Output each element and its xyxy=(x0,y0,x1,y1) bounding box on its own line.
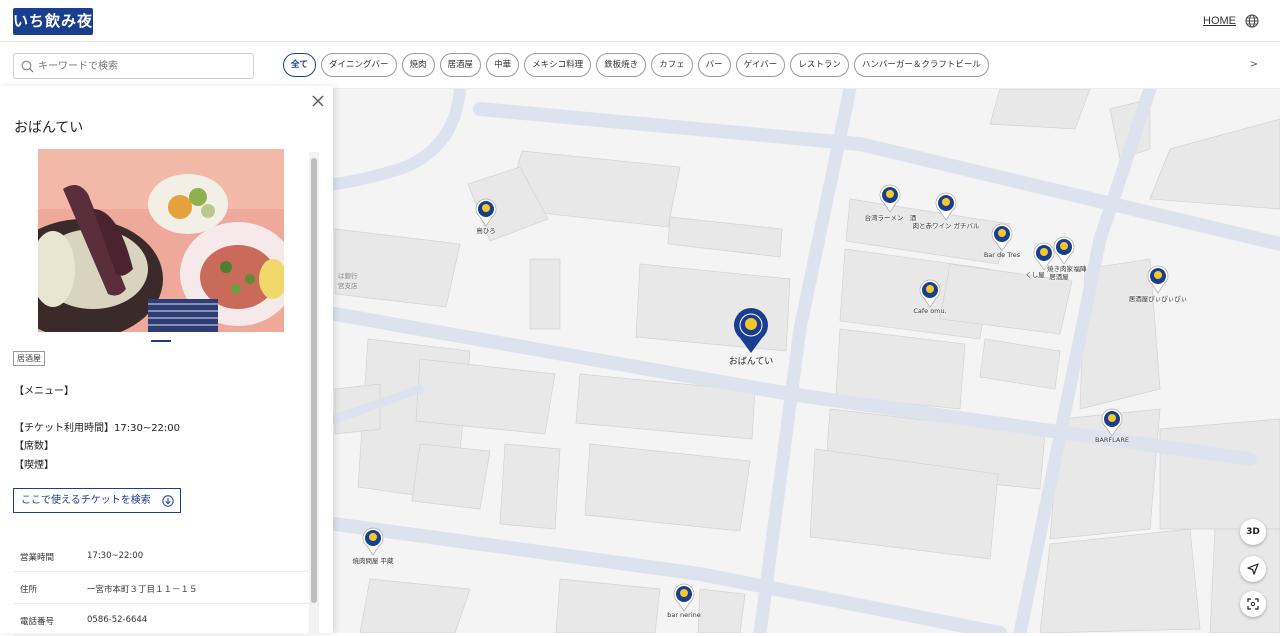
map-text-bank: は銀行 xyxy=(338,272,358,280)
globe-icon[interactable] xyxy=(1245,14,1259,28)
pin-label: Cafe omu. xyxy=(913,307,947,315)
search-input[interactable] xyxy=(38,57,248,75)
category-chips: 全て ダイニングバー 焼肉 居酒屋 中華 メキシコ料理 鉄板焼き カフェ バー … xyxy=(283,53,989,77)
navigation-arrow-icon xyxy=(1247,563,1259,575)
chip-gay-bar[interactable]: ゲイバー xyxy=(735,53,786,77)
restaurant-pin[interactable] xyxy=(878,183,902,213)
search-icon xyxy=(21,60,34,73)
pin-label: BARFLARE xyxy=(1094,436,1130,444)
restaurant-pin[interactable] xyxy=(361,526,385,556)
home-link[interactable]: HOME xyxy=(1203,15,1236,27)
arrow-down-circle-icon xyxy=(162,495,174,507)
restaurant-pin[interactable] xyxy=(990,222,1014,252)
restaurant-photo[interactable] xyxy=(38,149,284,332)
pin-label: 居酒屋 xyxy=(1049,273,1069,281)
restaurant-detail-panel: おばんてい 居酒屋 【メニュー】 【チケット利用時間】17:30~22:00 【… xyxy=(0,86,333,636)
header: いち飲み夜 HOME xyxy=(0,0,1280,42)
pin-label: 福陣 xyxy=(1073,265,1087,273)
close-icon[interactable] xyxy=(311,94,325,108)
seats-label: 【席数】 xyxy=(14,441,54,452)
detail-value: 17:30~22:00 xyxy=(87,551,144,561)
menu-label: 【メニュー】 xyxy=(14,386,74,397)
filter-bar: 全て ダイニングバー 焼肉 居酒屋 中華 メキシコ料理 鉄板焼き カフェ バー … xyxy=(0,42,1280,89)
site-logo[interactable]: いち飲み夜 xyxy=(13,8,93,35)
restaurant-pin[interactable] xyxy=(1146,264,1170,294)
3d-toggle-button[interactable]: 3D xyxy=(1240,519,1266,545)
search-tickets-button[interactable]: ここで使えるチケットを検索 xyxy=(13,488,181,513)
selected-pin-label: おばんてい xyxy=(728,357,774,367)
chip-burger-craft-beer[interactable]: ハンバーガー＆クラフトビール xyxy=(853,53,989,77)
detail-value[interactable]: 0586-52-6644 xyxy=(87,615,147,625)
detail-row-phone: 電話番号 0586-52-6644 xyxy=(14,604,309,636)
chips-next-button[interactable]: > xyxy=(1250,59,1258,70)
current-location-button[interactable] xyxy=(1240,556,1266,582)
search-box xyxy=(13,53,254,79)
detail-key: 営業時間 xyxy=(20,553,55,563)
restaurant-pin[interactable] xyxy=(1100,407,1124,437)
chip-bar[interactable]: バー xyxy=(697,53,731,77)
detail-key: 住所 xyxy=(20,585,38,595)
restaurant-name: おばんてい xyxy=(14,120,84,136)
chip-mexican[interactable]: メキシコ料理 xyxy=(524,53,592,77)
smoking-label: 【喫煙】 xyxy=(14,460,54,471)
chip-restaurant[interactable]: レストラン xyxy=(790,53,849,77)
restaurant-pin[interactable] xyxy=(918,278,942,308)
pin-label: くし屋 xyxy=(1025,271,1045,279)
detail-key: 電話番号 xyxy=(20,617,55,627)
pin-label: 居酒屋ぴぃぴぃぴぃ xyxy=(1128,295,1188,303)
pin-label: Bar de Tres xyxy=(983,251,1021,259)
chip-chinese[interactable]: 中華 xyxy=(486,53,520,77)
category-tag: 居酒屋 xyxy=(13,351,45,366)
detail-row-hours: 営業時間 17:30~22:00 xyxy=(14,540,309,572)
carousel-indicator[interactable] xyxy=(151,340,171,342)
pin-label: bar nerine xyxy=(667,611,701,619)
search-tickets-label: ここで使えるチケットを検索 xyxy=(21,495,151,506)
chip-yakiniku[interactable]: 焼肉 xyxy=(401,53,435,77)
panel-scrollbar-thumb[interactable] xyxy=(311,158,317,603)
food-photo-image xyxy=(38,149,284,332)
chip-all[interactable]: 全て xyxy=(283,53,317,77)
selected-restaurant-pin[interactable] xyxy=(731,308,771,354)
chip-dining-bar[interactable]: ダイニングバー xyxy=(321,53,397,77)
focus-frame-icon xyxy=(1247,598,1259,610)
detail-value: 一宮市本町３丁目１１－１５ xyxy=(87,585,198,595)
restaurant-pin[interactable] xyxy=(672,582,696,612)
chip-izakaya[interactable]: 居酒屋 xyxy=(439,53,482,77)
detail-row-address: 住所 一宮市本町３丁目１１－１５ xyxy=(14,572,309,604)
pin-label: 台湾ラーメン xyxy=(864,214,904,222)
pin-label: 焼肉問屋 平蔵 xyxy=(352,557,394,565)
restaurant-pin[interactable] xyxy=(1052,235,1076,265)
map-text-branch: 宮支店 xyxy=(338,282,358,290)
ticket-time: 【チケット利用時間】17:30~22:00 xyxy=(14,423,181,434)
chip-teppanyaki[interactable]: 鉄板焼き xyxy=(596,53,647,77)
fit-view-button[interactable] xyxy=(1240,591,1266,617)
restaurant-pin[interactable] xyxy=(474,197,498,227)
restaurant-pin[interactable] xyxy=(934,191,958,221)
pin-label: 肉と赤ワイン ガチバル xyxy=(912,222,980,230)
pin-label: 鳥ひろ xyxy=(476,227,496,235)
chip-cafe[interactable]: カフェ xyxy=(651,53,693,77)
